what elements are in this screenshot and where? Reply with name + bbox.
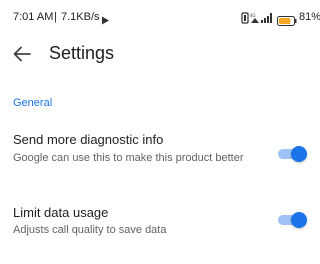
setting-subtitle: Google can use this to make this product…: [13, 152, 244, 164]
arrow-left-icon: [13, 46, 31, 62]
diagnostic-info-toggle[interactable]: [278, 146, 307, 162]
app-bar: Settings: [0, 34, 320, 74]
wifi-icon: 4G: [250, 13, 259, 23]
battery-fill: [279, 18, 291, 24]
toggle-thumb: [291, 146, 307, 162]
setting-row-diagnostic-info[interactable]: Send more diagnostic info Google can use…: [0, 132, 320, 184]
svg-text:4G: 4G: [250, 13, 256, 18]
section-header-general: General: [13, 97, 53, 109]
signal-indicators: 4G: [241, 11, 273, 24]
page-title: Settings: [49, 43, 115, 63]
battery-percent: 81%: [299, 11, 320, 23]
setting-title: Send more diagnostic info: [13, 132, 164, 147]
limit-data-toggle[interactable]: [278, 212, 307, 228]
setting-row-limit-data[interactable]: Limit data usage Adjusts call quality to…: [0, 205, 320, 245]
status-separator: |: [54, 11, 57, 23]
setting-subtitle: Adjusts call quality to save data: [13, 224, 167, 236]
toggle-thumb: [291, 212, 307, 228]
signal-icon: [261, 13, 272, 23]
status-time: 7:01 AM: [13, 11, 54, 23]
battery-icon: [277, 13, 297, 26]
play-icon: [101, 12, 110, 25]
setting-title: Limit data usage: [13, 205, 109, 220]
back-button[interactable]: [8, 41, 36, 67]
network-speed: 7.1KB/s: [61, 11, 100, 23]
status-bar: 7:01 AM | 7.1KB/s 4G 81%: [0, 0, 320, 34]
vibrate-icon: [241, 12, 249, 24]
